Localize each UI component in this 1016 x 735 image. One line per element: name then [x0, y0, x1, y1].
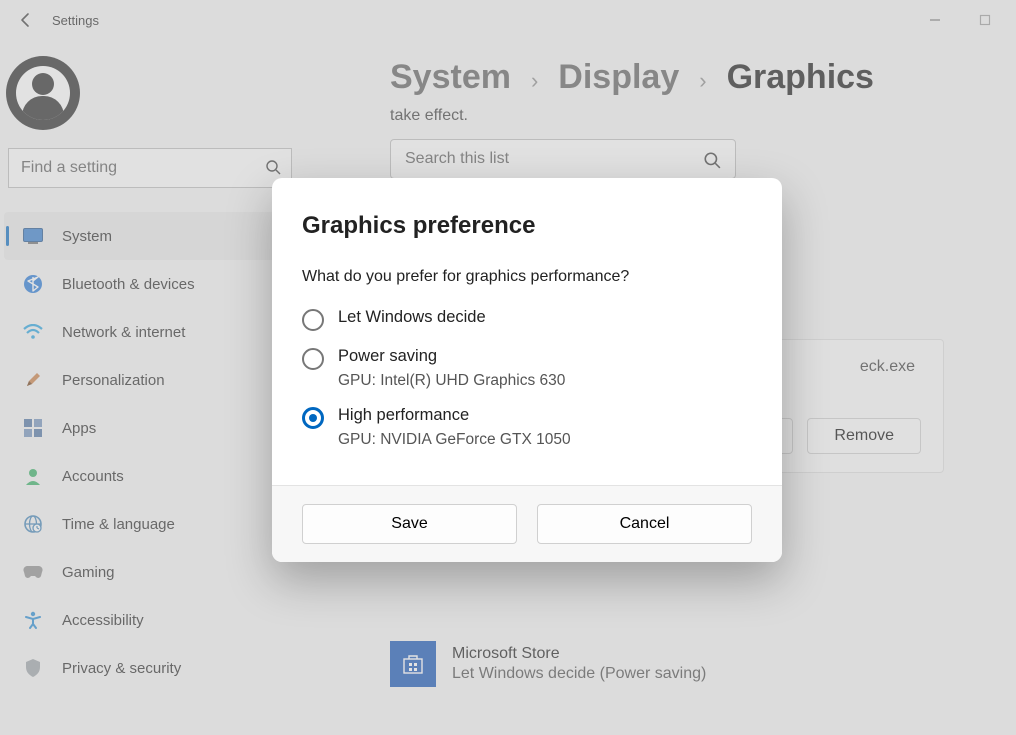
dialog-title: Graphics preference [302, 212, 752, 240]
option-high-performance[interactable]: High performance GPU: NVIDIA GeForce GTX… [302, 406, 752, 449]
dialog-subtitle: What do you prefer for graphics performa… [302, 268, 752, 286]
option-label: Power saving [338, 347, 565, 366]
option-label: High performance [338, 406, 571, 425]
option-label: Let Windows decide [338, 308, 486, 327]
radio-icon [302, 309, 324, 331]
save-button[interactable]: Save [302, 504, 517, 544]
radio-icon [302, 348, 324, 370]
option-gpu: GPU: NVIDIA GeForce GTX 1050 [338, 431, 571, 449]
option-power-saving[interactable]: Power saving GPU: Intel(R) UHD Graphics … [302, 347, 752, 390]
cancel-button[interactable]: Cancel [537, 504, 752, 544]
option-gpu: GPU: Intel(R) UHD Graphics 630 [338, 372, 565, 390]
radio-icon [302, 407, 324, 429]
option-let-windows-decide[interactable]: Let Windows decide [302, 308, 752, 331]
graphics-preference-dialog: Graphics preference What do you prefer f… [272, 178, 782, 562]
